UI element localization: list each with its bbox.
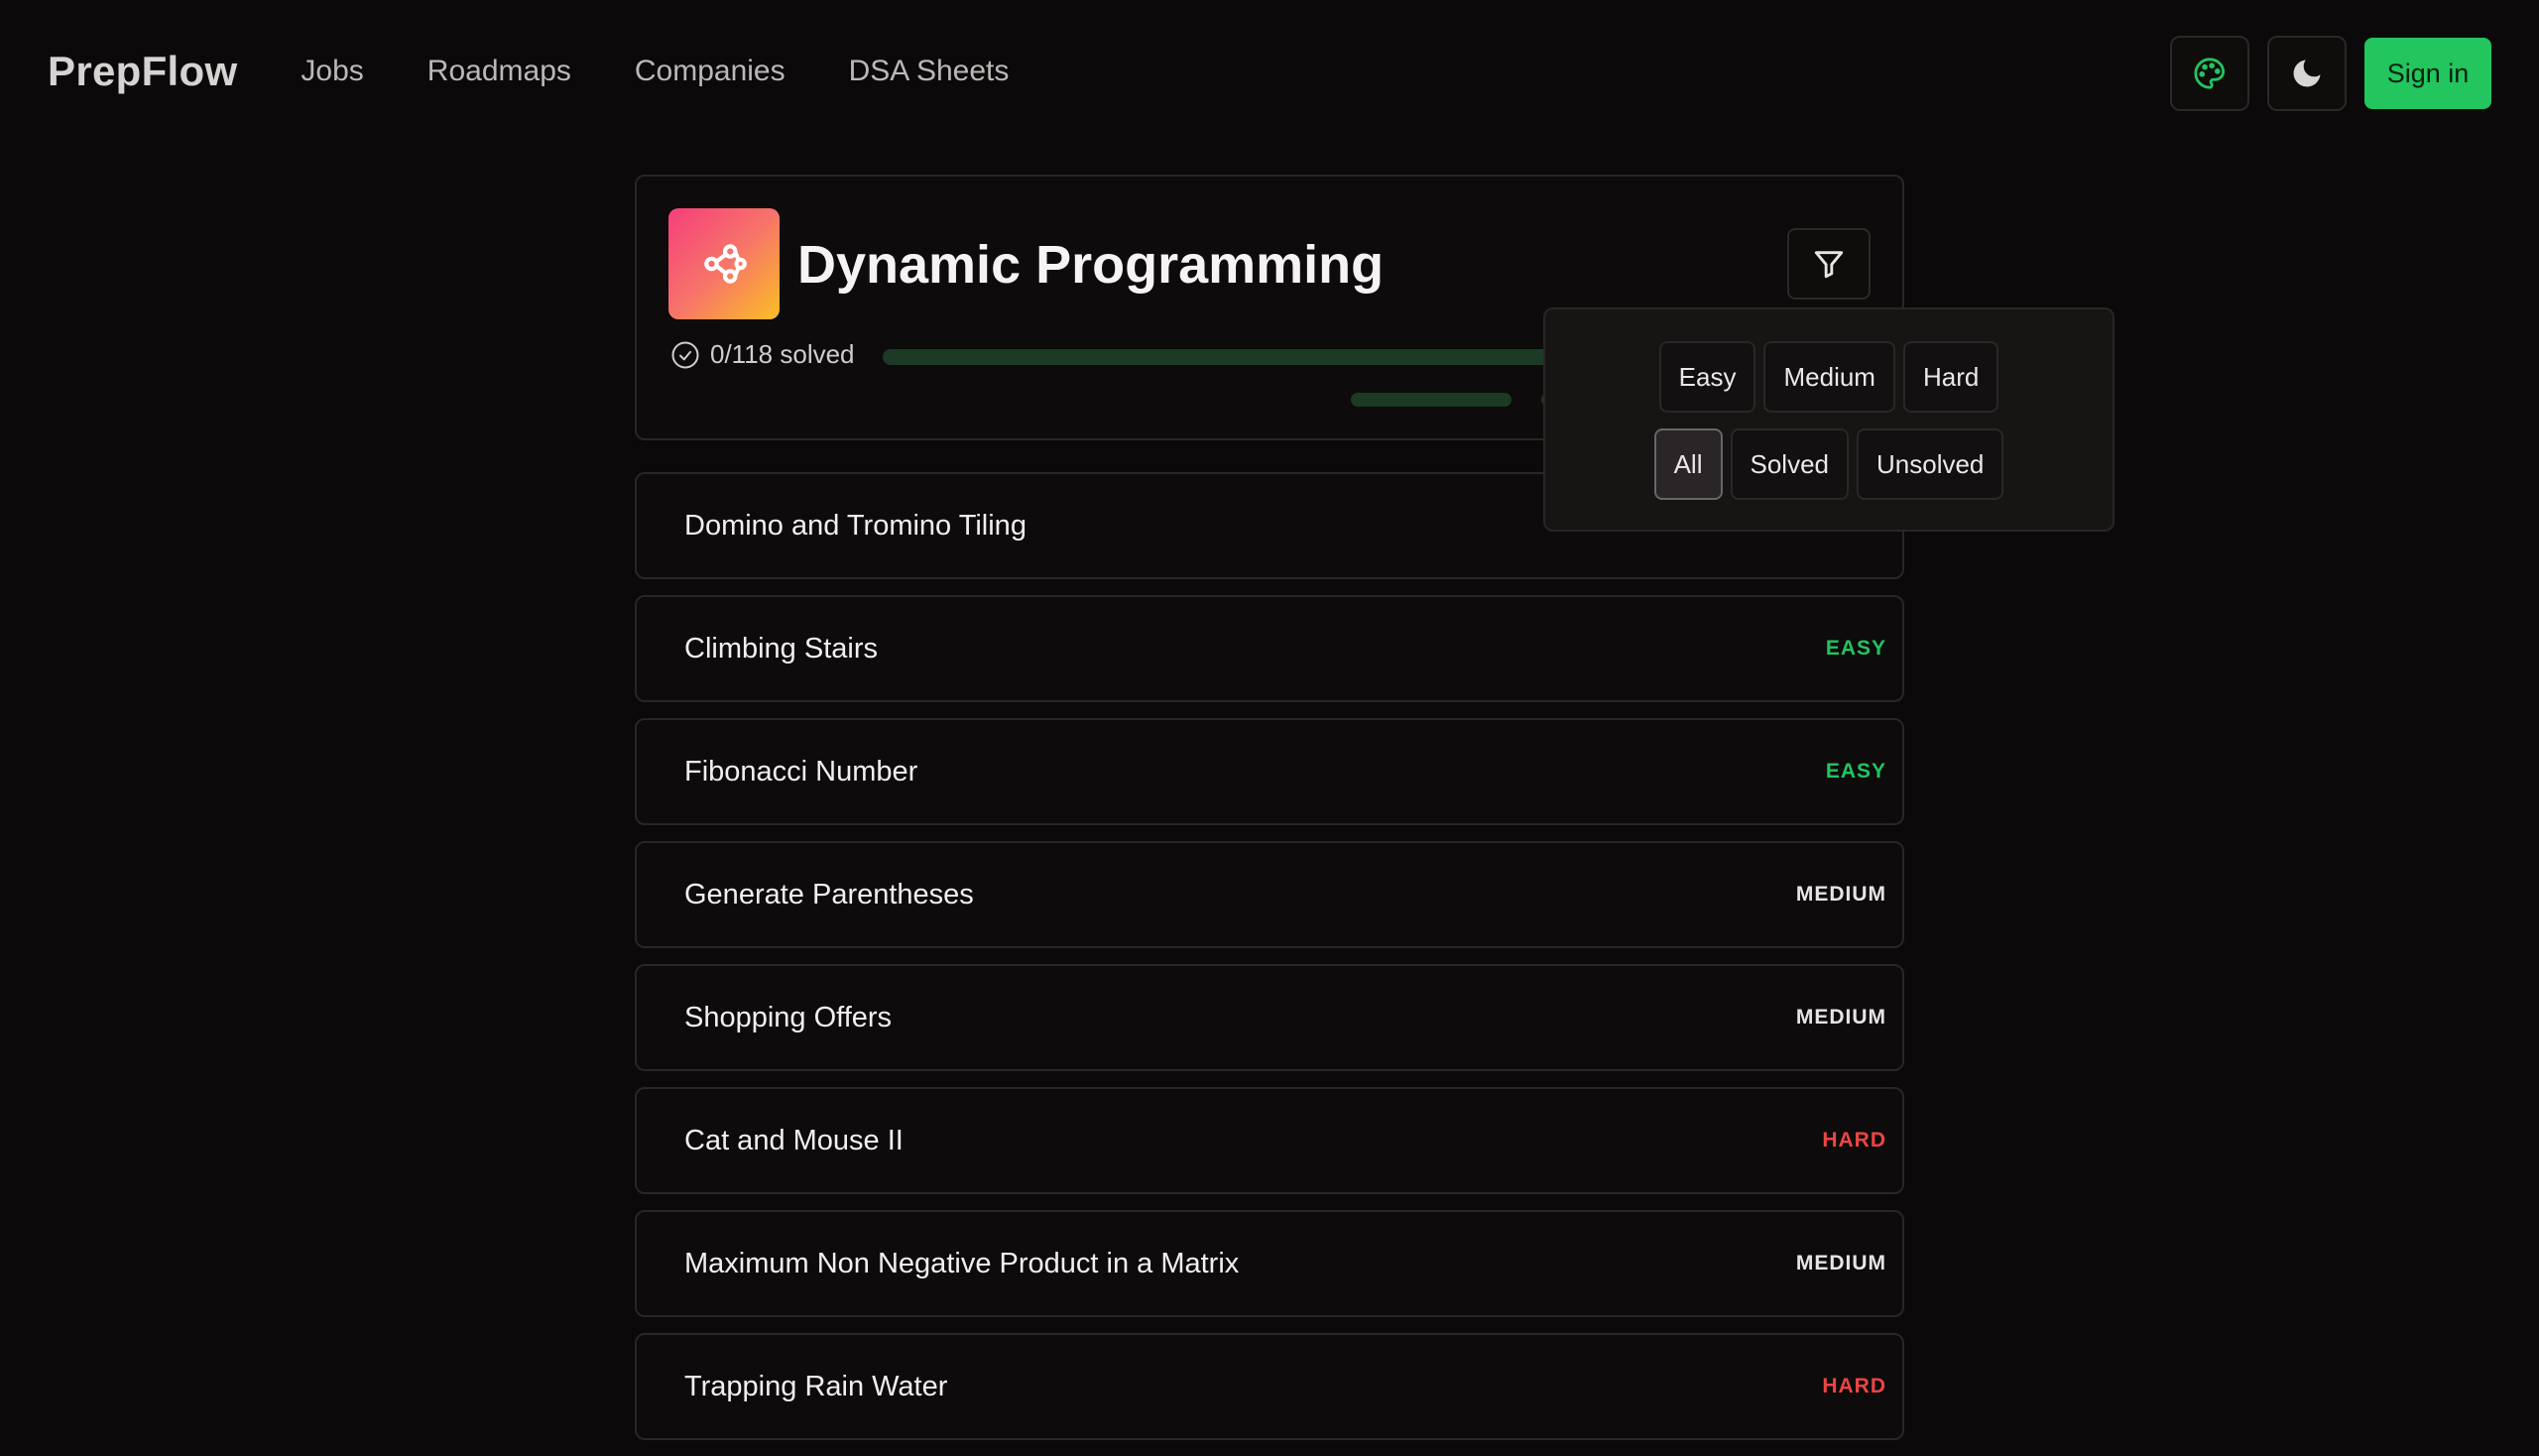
difficulty-badge: HARD [1822,1375,1886,1397]
filter-chip-solved[interactable]: Solved [1730,428,1849,500]
dark-mode-toggle[interactable] [2267,36,2347,111]
palette-icon [2194,58,2226,89]
filter-button[interactable] [1787,228,1871,300]
nav-link-dsa-sheets[interactable]: DSA Sheets [849,55,1010,88]
workflow-icon [704,244,747,284]
problem-title: Cat and Mouse II [684,1124,904,1156]
difficulty-badge: EASY [1825,637,1886,660]
filter-chip-all[interactable]: All [1653,428,1723,500]
difficulty-badge: HARD [1822,1129,1886,1152]
difficulty-filter-row: Easy Medium Hard [1545,341,2113,413]
sign-in-button[interactable]: Sign in [2364,38,2491,109]
problem-title: Maximum Non Negative Product in a Matrix [684,1247,1240,1279]
problem-title: Domino and Tromino Tiling [684,509,1027,542]
problem-title: Generate Parentheses [684,878,974,910]
nav-actions: Sign in [2170,36,2491,111]
filter-chip-unsolved[interactable]: Unsolved [1857,428,2004,500]
filter-icon [1814,251,1844,279]
filter-chip-medium[interactable]: Medium [1763,341,1895,413]
problem-title: Fibonacci Number [684,755,918,788]
problem-title: Trapping Rain Water [684,1370,948,1402]
nav-link-companies[interactable]: Companies [635,55,786,88]
problem-title: Climbing Stairs [684,632,878,665]
theme-palette-button[interactable] [2170,36,2249,111]
status-filter-row: All Solved Unsolved [1545,428,2113,500]
problem-row[interactable]: Generate Parentheses MEDIUM [635,841,1904,948]
solved-status: 0/118 solved [670,339,855,370]
problem-row[interactable]: Fibonacci Number EASY [635,718,1904,825]
moon-icon [2293,60,2321,87]
difficulty-badge: MEDIUM [1795,1252,1886,1274]
difficulty-badge: MEDIUM [1795,1006,1886,1029]
filter-chip-easy[interactable]: Easy [1658,341,1756,413]
brand-logo[interactable]: PrepFlow [48,48,237,95]
difficulty-badge: MEDIUM [1795,883,1886,906]
top-nav: PrepFlow Jobs Roadmaps Companies DSA She… [0,0,2539,143]
filter-popover: Easy Medium Hard All Solved Unsolved [1543,307,2115,532]
problem-title: Shopping Offers [684,1001,893,1033]
solved-count-text: 0/118 solved [710,339,855,369]
topic-icon [668,208,780,319]
page-title: Dynamic Programming [797,235,1385,295]
problem-row[interactable]: Trapping Rain Water HARD [635,1333,1904,1440]
nav-link-jobs[interactable]: Jobs [301,55,363,88]
difficulty-bar-easy [1351,393,1511,407]
problem-row[interactable]: Climbing Stairs EASY [635,595,1904,702]
progress-bar [883,349,1577,365]
problem-row[interactable]: Shopping Offers MEDIUM [635,964,1904,1071]
problem-list: Domino and Tromino Tiling Climbing Stairs… [635,472,1904,1456]
problem-row[interactable]: Maximum Non Negative Product in a Matrix… [635,1210,1904,1317]
problem-row[interactable]: Cat and Mouse II HARD [635,1087,1904,1194]
check-circle-icon [671,341,699,368]
nav-link-roadmaps[interactable]: Roadmaps [427,55,571,88]
filter-chip-hard[interactable]: Hard [1902,341,1999,413]
difficulty-badge: EASY [1825,760,1886,783]
